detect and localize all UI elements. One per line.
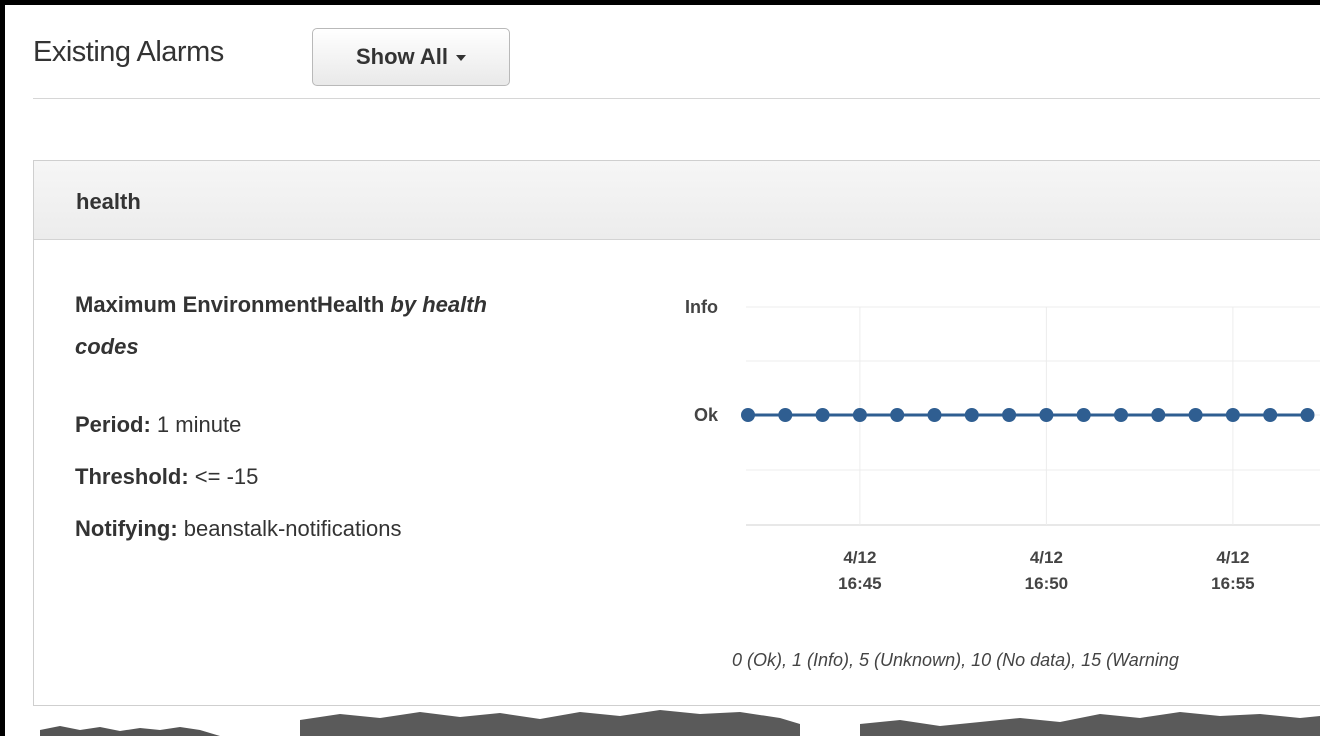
metric-name: Maximum EnvironmentHealth bbox=[75, 292, 385, 317]
x-tick-date: 4/12 bbox=[843, 548, 876, 567]
alarm-name: health bbox=[76, 189, 141, 214]
alarm-history-chart: Info Ok 4/12 16:45 4/12 16:50 4/12 16:55 bbox=[685, 297, 1320, 593]
threshold-label: Threshold: bbox=[75, 464, 189, 489]
data-point bbox=[1076, 408, 1091, 422]
notifying-value: beanstalk-notifications bbox=[183, 516, 402, 541]
window-frame-top bbox=[0, 0, 1320, 5]
data-point bbox=[741, 408, 755, 422]
torn-edge-decoration bbox=[40, 710, 1320, 736]
data-point bbox=[1225, 408, 1240, 422]
data-point bbox=[778, 408, 793, 422]
show-all-dropdown-button[interactable]: Show All bbox=[312, 28, 510, 86]
show-all-label: Show All bbox=[355, 44, 449, 69]
window-frame-left bbox=[0, 0, 5, 736]
period-label: Period: bbox=[75, 412, 151, 437]
data-point bbox=[1114, 408, 1128, 422]
data-point bbox=[815, 408, 830, 422]
alarm-threshold-row: Threshold: <= -15 bbox=[75, 464, 258, 490]
alarm-metric-description: Maximum EnvironmentHealth by health code… bbox=[75, 284, 555, 368]
data-point bbox=[964, 408, 979, 422]
data-point bbox=[1002, 408, 1017, 422]
caret-down-icon bbox=[456, 55, 467, 61]
y-tick-label: Ok bbox=[694, 405, 719, 425]
alarm-panel-header[interactable]: health bbox=[34, 161, 1320, 240]
data-point bbox=[1151, 408, 1166, 422]
period-value: 1 minute bbox=[156, 412, 242, 437]
alarm-notifying-row: Notifying: beanstalk-notifications bbox=[75, 516, 401, 542]
x-tick-date: 4/12 bbox=[1216, 548, 1249, 567]
notifying-label: Notifying: bbox=[75, 516, 178, 541]
data-point bbox=[852, 408, 867, 422]
data-point bbox=[890, 408, 905, 422]
x-tick-date: 4/12 bbox=[1030, 548, 1063, 567]
page-title: Existing Alarms bbox=[33, 36, 224, 68]
data-point bbox=[1300, 408, 1315, 422]
y-tick-label: Info bbox=[685, 297, 718, 317]
data-point bbox=[1188, 408, 1203, 422]
header-divider bbox=[33, 98, 1320, 99]
threshold-value: <= -15 bbox=[194, 464, 259, 489]
chart-legend-note: 0 (Ok), 1 (Info), 5 (Unknown), 10 (No da… bbox=[732, 650, 1179, 670]
x-tick-time: 16:55 bbox=[1211, 574, 1254, 593]
data-point bbox=[1263, 408, 1278, 422]
x-tick-time: 16:50 bbox=[1025, 574, 1068, 593]
x-tick-time: 16:45 bbox=[838, 574, 881, 593]
alarm-period-row: Period: 1 minute bbox=[75, 412, 241, 438]
data-point bbox=[1039, 408, 1054, 422]
data-point bbox=[927, 408, 942, 422]
